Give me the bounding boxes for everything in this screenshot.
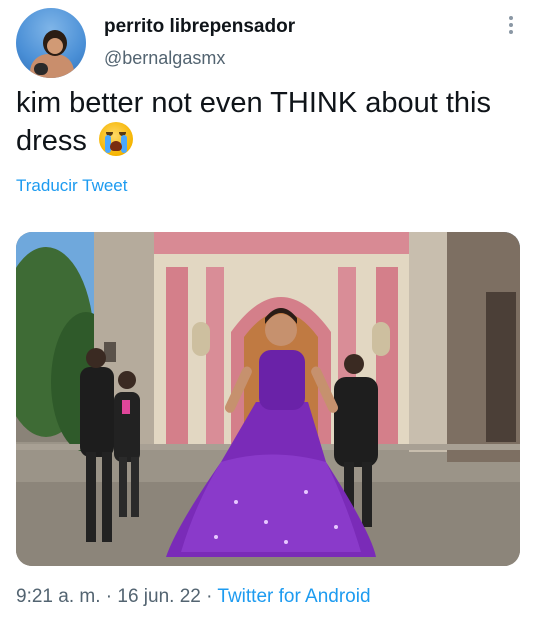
tweet-meta: 9:21 a. m. · 16 jun. 22 · Twitter for An… — [16, 586, 371, 608]
media-photo-illustration — [16, 232, 520, 566]
tweet: perrito librepensador @bernalgasmx kim b… — [0, 0, 536, 620]
loudly-crying-face-icon — [98, 122, 133, 156]
tweet-media-image[interactable] — [16, 232, 520, 566]
tweet-source-link[interactable]: Twitter for Android — [217, 586, 370, 607]
tweet-date[interactable]: 16 jun. 22 — [117, 586, 200, 607]
more-options-icon[interactable] — [506, 16, 516, 38]
user-handle[interactable]: @bernalgasmx — [104, 48, 225, 69]
meta-separator: · — [100, 586, 118, 607]
avatar-shirt — [34, 63, 48, 75]
tweet-time[interactable]: 9:21 a. m. — [16, 586, 101, 607]
avatar[interactable] — [16, 8, 86, 78]
translate-tweet-link[interactable]: Traducir Tweet — [16, 176, 128, 196]
meta-separator: · — [200, 586, 218, 607]
tweet-text: kim better not even THINK about this dre… — [16, 84, 516, 160]
avatar-face — [47, 38, 63, 54]
tweet-text-content: kim better not even THINK about this dre… — [16, 87, 491, 157]
display-name[interactable]: perrito librepensador — [104, 16, 295, 38]
